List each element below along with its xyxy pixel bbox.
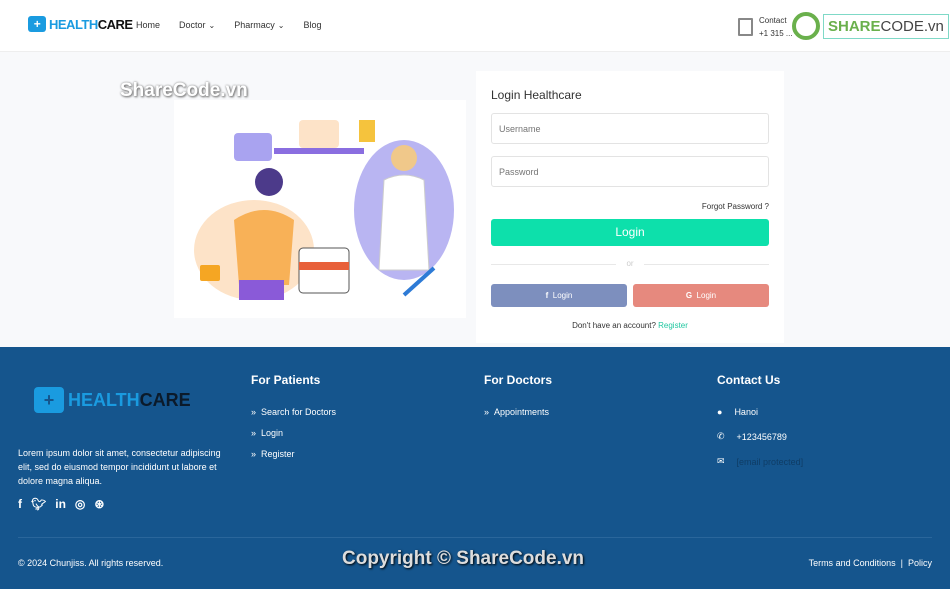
footer-legal: Terms and Conditions | Policy xyxy=(808,558,932,568)
contact-address: ● Hanoi xyxy=(717,407,758,417)
medkit-icon: + xyxy=(34,387,64,413)
footer-link-register[interactable]: » Register xyxy=(251,449,336,459)
dribbble-icon[interactable]: ⊛ xyxy=(94,497,104,511)
footer-contact: Contact Us ● Hanoi ✆ +123456789 ✉ [email pr… xyxy=(717,373,804,467)
footer-link-login[interactable]: » Login xyxy=(251,428,336,438)
header: + HEALTH CARE Home Doctor ⌄ Pharmacy ⌄ Blog … xyxy=(0,0,950,52)
copyright: © 2024 Chunjiss. All rights reserved. xyxy=(18,558,164,568)
login-title: Login Healthcare xyxy=(491,88,582,102)
contact-phone[interactable]: ✆ +123456789 xyxy=(717,431,803,442)
phone-icon: ✆ xyxy=(717,431,725,441)
footer-doctors: For Doctors » Appointments xyxy=(484,373,553,417)
nav-home[interactable]: Home xyxy=(136,20,160,30)
header-contact: Contact +1 315 ... xyxy=(738,14,793,40)
nav-pharmacy[interactable]: Pharmacy ⌄ xyxy=(234,20,284,30)
nav-doctor[interactable]: Doctor ⌄ xyxy=(179,20,215,30)
forgot-password-link[interactable]: Forgot Password ? xyxy=(702,202,769,211)
facebook-icon[interactable]: f xyxy=(18,497,22,511)
double-chevron-icon: » xyxy=(251,428,257,438)
facebook-login-button[interactable]: f Login xyxy=(491,284,627,307)
main-nav: Home Doctor ⌄ Pharmacy ⌄ Blog xyxy=(136,20,321,30)
instagram-icon[interactable]: ◎ xyxy=(75,497,85,511)
policy-link[interactable]: Policy xyxy=(908,558,932,568)
double-chevron-icon: » xyxy=(251,449,257,459)
double-chevron-icon: » xyxy=(251,407,257,417)
footer-link-search-doctors[interactable]: » Search for Doctors xyxy=(251,407,336,417)
copyright-watermark: Copyright © ShareCode.vn xyxy=(342,548,585,569)
social-links: f 🐦︎ in ◎ ⊛ xyxy=(18,497,104,511)
map-marker-icon: ● xyxy=(717,407,723,417)
watermark-text: ShareCode.vn xyxy=(120,80,248,101)
footer-link-appointments[interactable]: » Appointments xyxy=(484,407,552,417)
footer-patients: For Patients » Search for Doctors » Login … xyxy=(251,373,337,459)
chevron-down-icon: ⌄ xyxy=(277,21,285,30)
username-input[interactable] xyxy=(491,113,769,144)
google-login-button[interactable]: G Login xyxy=(633,284,769,307)
login-button[interactable]: Login xyxy=(491,219,769,246)
register-link[interactable]: Register xyxy=(658,321,688,330)
nav-blog[interactable]: Blog xyxy=(303,20,321,30)
google-icon: G xyxy=(685,291,693,300)
chevron-down-icon: ⌄ xyxy=(208,21,216,30)
register-prompt: Don't have an account? Register xyxy=(572,321,688,330)
footer: + HEALTH CARE Lorem ipsum dolor sit amet, … xyxy=(0,347,950,589)
footer-description: Lorem ipsum dolor sit amet, consectetur … xyxy=(18,448,221,486)
linkedin-icon[interactable]: in xyxy=(55,497,66,511)
twitter-icon[interactable]: 🐦︎ xyxy=(31,497,46,511)
double-chevron-icon: » xyxy=(484,407,490,417)
facebook-icon: f xyxy=(545,291,549,300)
password-input[interactable] xyxy=(491,156,769,187)
sharecode-watermark-logo: SHARECODE.vn xyxy=(792,12,949,40)
envelope-icon: ✉ xyxy=(717,456,725,466)
terms-link[interactable]: Terms and Conditions xyxy=(809,558,896,568)
medkit-icon: + xyxy=(28,16,46,32)
logo[interactable]: + HEALTH CARE xyxy=(28,16,133,32)
hospital-icon xyxy=(738,18,753,36)
doctor-illustration xyxy=(174,100,466,318)
contact-email[interactable]: ✉ [email protected] xyxy=(717,456,803,467)
or-divider: or xyxy=(491,259,769,268)
login-card: Login Healthcare Forgot Password ? Login… xyxy=(476,71,784,343)
footer-divider xyxy=(18,537,932,538)
footer-logo[interactable]: + HEALTH CARE xyxy=(34,387,191,413)
